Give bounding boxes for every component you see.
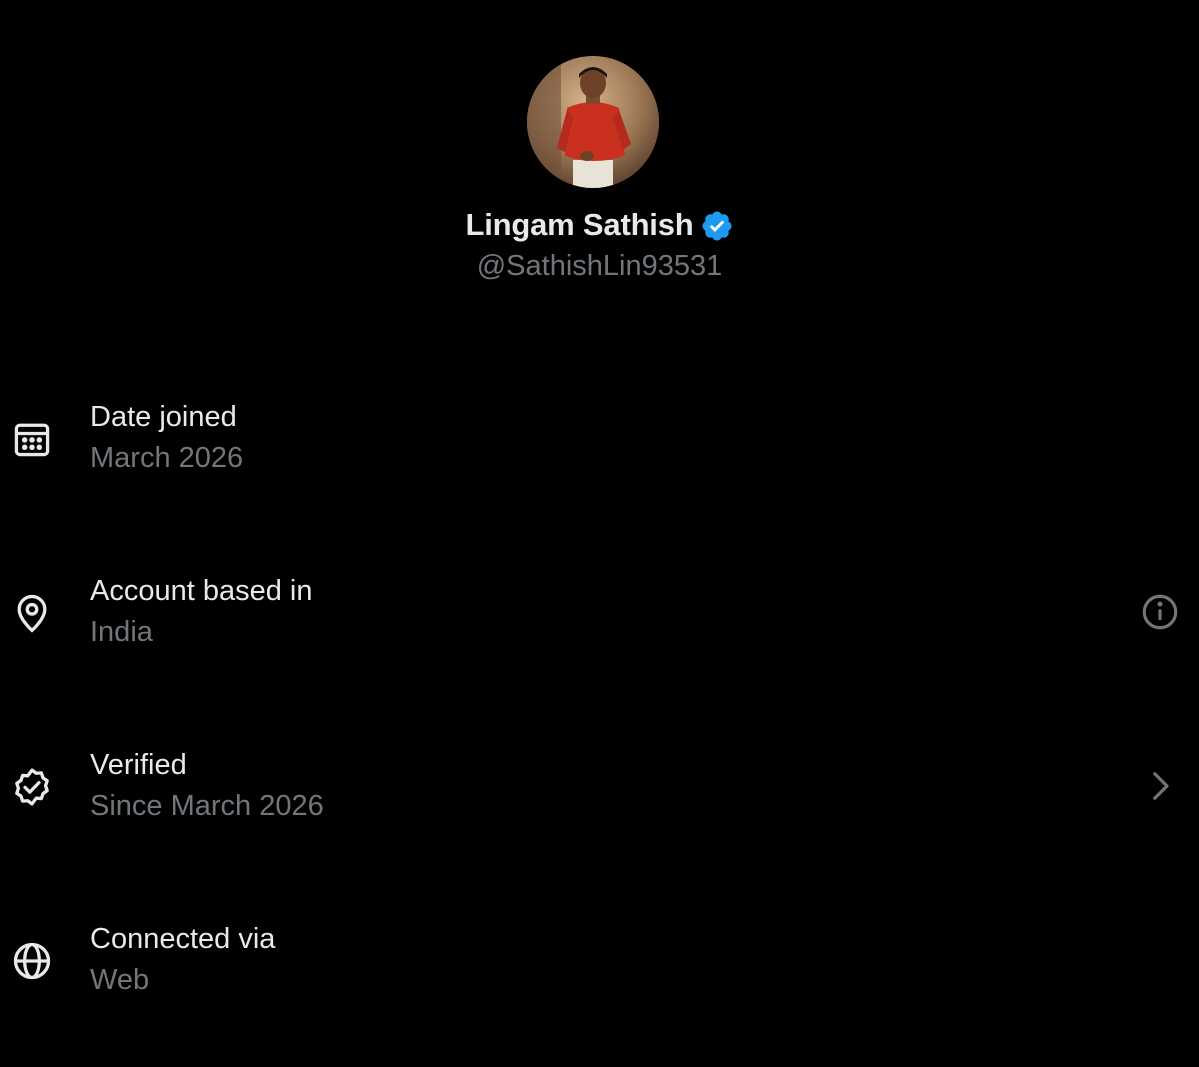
info-row-text: Connected via Web [90, 919, 275, 1001]
avatar-image [527, 56, 659, 188]
chevron-right-icon[interactable] [1139, 765, 1181, 807]
display-name: Lingam Sathish [465, 207, 694, 242]
profile-header: Lingam Sathish @SathishLin93531 [0, 0, 1199, 300]
info-row-text: Account based in India [90, 571, 312, 653]
info-row-value: Web [90, 964, 150, 996]
info-row-title: Date joined [90, 401, 237, 433]
info-icon[interactable] [1139, 591, 1181, 633]
info-row-account-based-in: Account based in India [0, 569, 1199, 719]
info-row-value: March 2026 [90, 442, 244, 474]
info-row-text: Date joined March 2026 [90, 397, 243, 479]
info-row-text: Verified Since March 2026 [90, 745, 324, 827]
info-row-title: Account based in [90, 575, 313, 607]
profile-handle: @SathishLin93531 [476, 250, 723, 282]
verified-check-icon[interactable] [700, 209, 734, 243]
globe-icon [10, 939, 54, 983]
calendar-icon [10, 417, 54, 461]
name-row: Lingam Sathish [0, 204, 1199, 246]
info-row-title: Verified [90, 749, 187, 781]
info-row-date-joined: Date joined March 2026 [0, 395, 1199, 545]
info-row-value: Since March 2026 [90, 790, 324, 822]
info-row-title: Connected via [90, 923, 276, 955]
location-pin-icon [10, 591, 54, 635]
verified-badge-icon [10, 765, 54, 809]
info-row-value: India [90, 616, 153, 648]
avatar[interactable] [527, 56, 659, 188]
info-row-connected-via: Connected via Web [0, 917, 1199, 1067]
info-row-verified[interactable]: Verified Since March 2026 [0, 743, 1199, 893]
